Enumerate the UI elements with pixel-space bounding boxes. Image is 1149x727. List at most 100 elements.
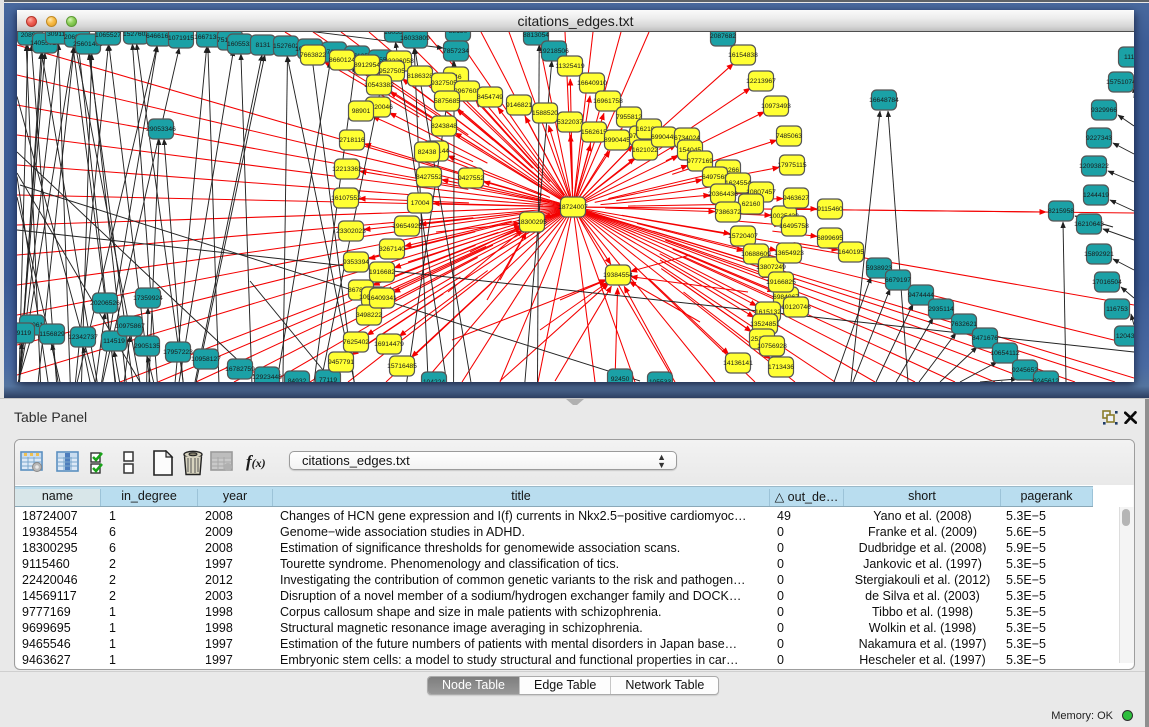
svg-text:11325419: 11325419 (555, 63, 585, 70)
svg-text:9329966: 9329966 (1091, 107, 1117, 114)
svg-text:7663822: 7663822 (300, 52, 326, 59)
svg-text:12213967: 12213967 (746, 78, 776, 85)
svg-text:16914479: 16914479 (374, 341, 404, 348)
svg-text:2087682: 2087682 (710, 33, 736, 40)
svg-text:10975867: 10975867 (115, 323, 145, 330)
svg-text:3498222: 3498222 (356, 312, 382, 319)
svg-text:16033809: 16033809 (400, 35, 430, 42)
svg-text:15720407: 15720407 (728, 233, 758, 240)
svg-text:10120746: 10120746 (781, 304, 811, 311)
svg-text:8186328: 8186328 (407, 73, 433, 80)
svg-text:23302023: 23302023 (336, 228, 366, 235)
svg-text:8813054: 8813054 (523, 32, 549, 39)
svg-text:9115460: 9115460 (817, 206, 843, 213)
svg-text:18724007: 18724007 (558, 204, 588, 211)
svg-text:17016504: 17016504 (1092, 279, 1122, 286)
svg-text:2935114: 2935114 (928, 306, 954, 313)
svg-text:17004: 17004 (411, 200, 430, 207)
svg-text:13524851: 13524851 (750, 321, 780, 328)
svg-text:8427552: 8427552 (416, 174, 442, 181)
svg-text:6899695: 6899695 (817, 235, 843, 242)
svg-text:62160: 62160 (742, 201, 761, 208)
svg-text:12923448: 12923448 (252, 374, 282, 381)
svg-text:12342737: 12342737 (68, 334, 98, 341)
svg-text:9427552: 9427552 (458, 175, 484, 182)
svg-text:2718116: 2718116 (339, 137, 365, 144)
svg-text:19654925: 19654925 (392, 223, 422, 230)
svg-text:10958127: 10958127 (191, 356, 221, 363)
svg-text:16782759: 16782759 (225, 366, 255, 373)
svg-text:10756928: 10756928 (757, 343, 787, 350)
svg-text:9353394: 9353394 (343, 259, 369, 266)
svg-text:14136141: 14136141 (723, 360, 753, 367)
svg-text:1588520: 1588520 (532, 110, 558, 117)
svg-text:19384554: 19384554 (603, 272, 633, 279)
svg-text:16409341: 16409341 (367, 295, 397, 302)
svg-text:17957223: 17957223 (163, 349, 193, 356)
svg-text:7632621: 7632621 (951, 321, 977, 328)
svg-text:105533: 105533 (649, 379, 672, 382)
svg-text:16640910: 16640910 (577, 80, 607, 87)
svg-text:1621022: 1621022 (632, 147, 658, 154)
svg-text:19166825: 19166825 (766, 279, 796, 286)
svg-text:9245612: 9245612 (1033, 378, 1059, 382)
svg-text:16961758: 16961758 (593, 98, 623, 105)
svg-text:7857234: 7857234 (443, 48, 469, 55)
svg-text:8912954: 8912954 (354, 62, 380, 69)
svg-text:10654112: 10654112 (990, 350, 1020, 357)
svg-text:9327505: 9327505 (431, 80, 457, 87)
svg-text:7485063: 7485063 (776, 133, 802, 140)
svg-text:9457791: 9457791 (328, 359, 354, 366)
svg-text:16154838: 16154838 (728, 52, 758, 59)
svg-text:9777169: 9777169 (687, 158, 713, 165)
svg-text:104224: 104224 (423, 379, 446, 382)
svg-text:77119: 77119 (319, 377, 337, 382)
svg-text:8215958: 8215958 (1048, 208, 1074, 215)
svg-text:18300295: 18300295 (517, 219, 547, 226)
svg-text:8131: 8131 (256, 42, 271, 49)
svg-text:17359924: 17359924 (133, 295, 163, 302)
svg-text:8660124: 8660124 (329, 57, 355, 64)
svg-text:7386372: 7386372 (715, 209, 741, 216)
svg-text:1112: 1112 (1124, 54, 1134, 61)
svg-text:120435: 120435 (1116, 333, 1134, 340)
svg-text:9527505: 9527505 (379, 68, 405, 75)
svg-text:39119: 39119 (17, 330, 31, 337)
svg-text:13654923: 13654923 (774, 250, 804, 257)
svg-text:1071915: 1071915 (168, 35, 194, 42)
svg-text:9227343: 9227343 (1086, 135, 1112, 142)
svg-text:8990445: 8990445 (604, 137, 630, 144)
svg-text:3267140: 3267140 (379, 246, 405, 253)
svg-text:1605532: 1605532 (227, 41, 253, 48)
svg-text:13807249: 13807249 (756, 264, 786, 271)
svg-text:116753: 116753 (1106, 306, 1128, 313)
svg-text:84932: 84932 (288, 378, 307, 382)
svg-text:8471676: 8471676 (972, 335, 998, 342)
svg-text:1156829: 1156829 (39, 331, 65, 338)
svg-text:7625402: 7625402 (343, 339, 369, 346)
svg-text:15751074: 15751074 (1106, 79, 1134, 86)
svg-text:16107552: 16107552 (331, 195, 361, 202)
svg-text:92450: 92450 (611, 376, 630, 382)
svg-text:5322037: 5322037 (557, 119, 583, 126)
svg-text:15892921: 15892921 (1084, 251, 1114, 258)
svg-text:1562615: 1562615 (581, 129, 607, 136)
svg-text:8243848: 8243848 (431, 123, 457, 130)
svg-text:12213362: 12213362 (332, 166, 362, 173)
svg-text:98901: 98901 (352, 108, 371, 115)
svg-text:1916682: 1916682 (369, 269, 395, 276)
svg-text:19218506: 19218506 (539, 48, 569, 55)
svg-text:1713436: 1713436 (768, 364, 794, 371)
svg-text:5875685: 5875685 (434, 98, 460, 105)
svg-text:10973493: 10973493 (761, 103, 791, 110)
svg-text:114519: 114519 (103, 338, 125, 345)
svg-text:15716485: 15716485 (387, 363, 417, 370)
svg-text:2905135: 2905135 (134, 343, 160, 350)
svg-text:6679197: 6679197 (885, 277, 911, 284)
svg-text:20206526: 20206526 (90, 300, 120, 307)
svg-text:9146821: 9146821 (506, 102, 532, 109)
svg-text:88130: 88130 (449, 32, 468, 35)
svg-text:9463627: 9463627 (783, 195, 809, 202)
svg-text:82438: 82438 (418, 149, 437, 156)
svg-text:12093822: 12093822 (1079, 163, 1109, 170)
